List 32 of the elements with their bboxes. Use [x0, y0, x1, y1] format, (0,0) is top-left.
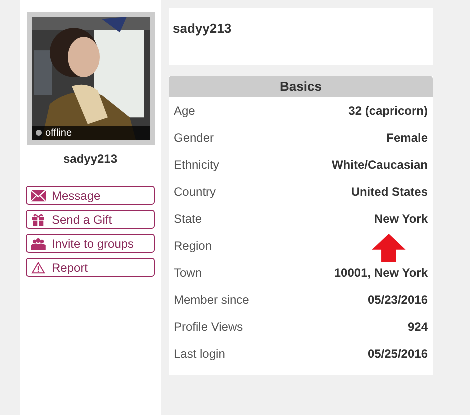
field-value: Female — [386, 130, 428, 144]
action-button[interactable]: Message — [26, 186, 155, 205]
field-value: 05/25/2016 — [368, 346, 428, 360]
field-label: Region — [174, 238, 212, 252]
field-value: 05/23/2016 — [368, 292, 428, 306]
field-label: Ethnicity — [174, 158, 220, 172]
section-title: Basics — [169, 76, 433, 97]
envelope-icon — [31, 190, 46, 202]
field-label: Town — [174, 266, 202, 280]
field-value: 924 — [408, 320, 428, 334]
status-dot-icon — [36, 130, 42, 136]
field-value: White/Caucasian — [332, 158, 428, 172]
status-label: offline — [46, 128, 72, 138]
profile-username: sadyy213 — [173, 21, 232, 36]
field-label: Country — [174, 184, 216, 198]
action-button[interactable]: Invite to groups — [26, 234, 155, 253]
field-label: Gender — [174, 130, 214, 144]
action-button[interactable]: Send a Gift — [26, 210, 155, 229]
warning-icon — [31, 262, 46, 274]
field-value: 10001, New York — [334, 266, 428, 280]
field-label: Profile Views — [174, 320, 244, 334]
field-label: Last login — [174, 346, 226, 360]
field-label: Age — [174, 104, 196, 118]
field-value: New York — [374, 212, 428, 226]
username: sadyy213 — [63, 152, 118, 166]
action-button[interactable]: Report — [26, 258, 155, 277]
gift-icon — [31, 214, 46, 226]
field-value: United States — [351, 184, 428, 198]
people-icon — [31, 238, 46, 250]
field-label: Member since — [174, 292, 250, 306]
field-label: State — [174, 212, 202, 226]
field-value: 32 (capricorn) — [348, 104, 428, 118]
